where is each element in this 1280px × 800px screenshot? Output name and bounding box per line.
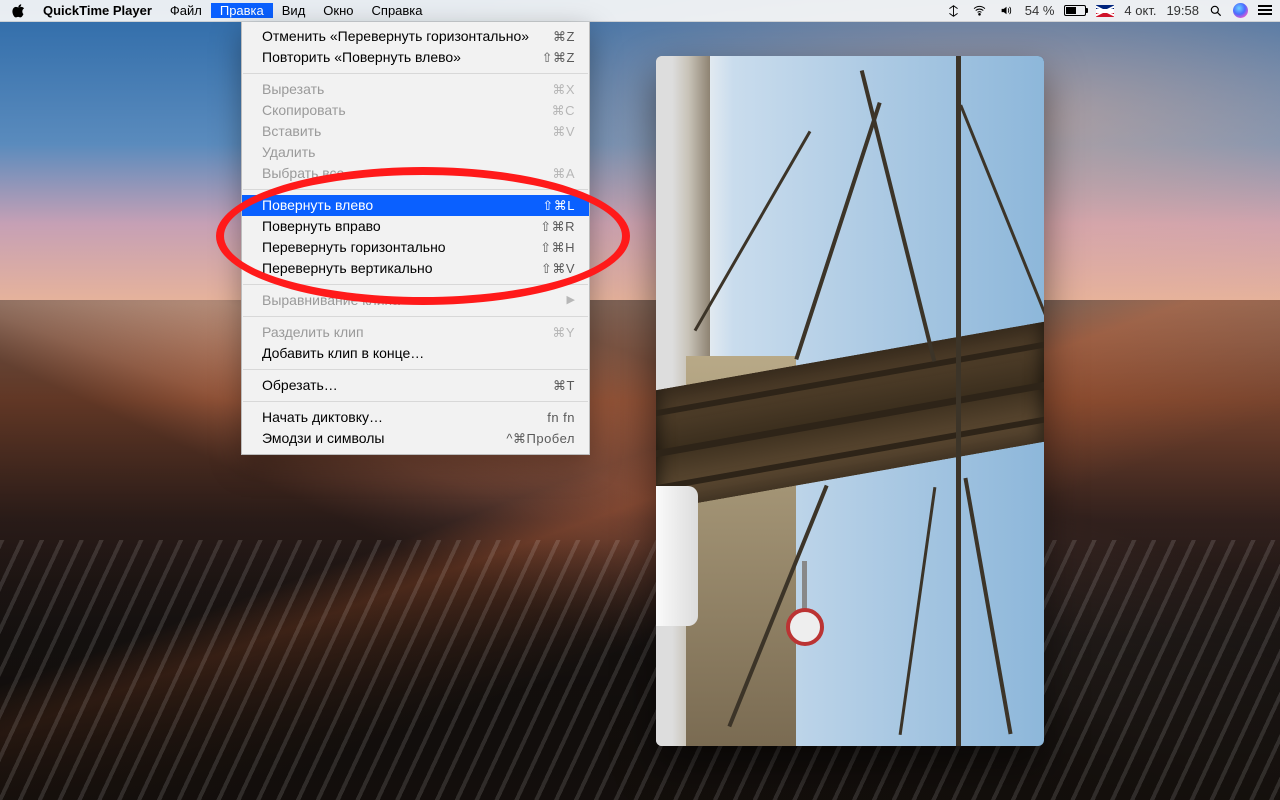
input-source-flag-icon[interactable] (1096, 5, 1114, 17)
menu-item-label: Скопировать (262, 101, 552, 120)
menu-справка[interactable]: Справка (363, 3, 432, 18)
menu-item-label: Разделить клип (262, 323, 552, 342)
menu-separator (243, 369, 588, 370)
menu-item-label: Отменить «Перевернуть горизонтально» (262, 27, 553, 46)
menubar-time[interactable]: 19:58 (1166, 3, 1199, 18)
wifi-icon[interactable] (971, 4, 988, 17)
menu-item-shortcut: ⇧⌘L (542, 196, 575, 215)
menu-item-label: Повторить «Повернуть влево» (262, 48, 542, 67)
menu-separator (243, 401, 588, 402)
menu-item-shortcut: fn fn (547, 408, 575, 427)
menu-item-shortcut: ⌘Y (552, 323, 575, 342)
display-mirroring-icon[interactable] (946, 4, 961, 18)
menu-item-label: Выравнивание клипа (262, 291, 567, 310)
menu-item[interactable]: Отменить «Перевернуть горизонтально»⌘Z (242, 26, 589, 47)
siri-icon[interactable] (1233, 3, 1248, 18)
menu-item: Вырезать⌘X (242, 79, 589, 100)
menu-item-shortcut: ⌘C (552, 101, 575, 120)
menu-item-shortcut: ⌘A (552, 164, 575, 183)
menu-item-label: Обрезать… (262, 376, 553, 395)
menu-item-shortcut: ⌘X (552, 80, 575, 99)
menu-item[interactable]: Начать диктовку…fn fn (242, 407, 589, 428)
menubar: QuickTime Player ФайлПравкаВидОкноСправк… (0, 0, 1280, 22)
menu-правка[interactable]: Правка (211, 3, 273, 18)
menu-item[interactable]: Перевернуть вертикально⇧⌘V (242, 258, 589, 279)
battery-percent: 54 % (1025, 3, 1055, 18)
menu-item: Удалить (242, 142, 589, 163)
menu-item-shortcut: ⇧⌘H (540, 238, 575, 257)
menu-item[interactable]: Повторить «Повернуть влево»⇧⌘Z (242, 47, 589, 68)
menu-item-label: Перевернуть горизонтально (262, 238, 540, 257)
menu-item-label: Удалить (262, 143, 575, 162)
apple-menu-icon[interactable] (12, 4, 34, 18)
video-frame (656, 56, 1044, 746)
menu-item-label: Перевернуть вертикально (262, 259, 541, 278)
menu-item-shortcut: ^⌘Пробел (506, 429, 575, 448)
menu-item: Разделить клип⌘Y (242, 322, 589, 343)
menu-item[interactable]: Эмодзи и символы^⌘Пробел (242, 428, 589, 449)
menu-separator (243, 284, 588, 285)
menu-item[interactable]: Повернуть вправо⇧⌘R (242, 216, 589, 237)
notification-center-icon[interactable] (1258, 5, 1272, 16)
menu-item[interactable]: Добавить клип в конце… (242, 343, 589, 364)
battery-icon[interactable] (1064, 5, 1086, 16)
menu-item: Скопировать⌘C (242, 100, 589, 121)
menu-окно[interactable]: Окно (314, 3, 362, 18)
edit-menu-dropdown: Отменить «Перевернуть горизонтально»⌘ZПо… (241, 22, 590, 455)
menu-item-label: Повернуть влево (262, 196, 542, 215)
menu-item-label: Добавить клип в конце… (262, 344, 575, 363)
menu-item[interactable]: Перевернуть горизонтально⇧⌘H (242, 237, 589, 258)
menu-item-shortcut: ⇧⌘Z (542, 48, 575, 67)
spotlight-icon[interactable] (1209, 4, 1223, 18)
menu-item-shortcut: ⇧⌘V (541, 259, 575, 278)
menu-item: Выравнивание клипа▶ (242, 290, 589, 311)
menu-item-shortcut: ⇧⌘R (540, 217, 575, 236)
menu-item-shortcut: ⌘Z (553, 27, 575, 46)
menu-item: Вставить⌘V (242, 121, 589, 142)
menu-separator (243, 316, 588, 317)
chevron-right-icon: ▶ (567, 291, 575, 310)
menubar-date[interactable]: 4 окт. (1124, 3, 1156, 18)
menu-item-label: Эмодзи и символы (262, 429, 506, 448)
menu-item-label: Начать диктовку… (262, 408, 547, 427)
quicktime-video-window[interactable] (656, 56, 1044, 746)
menu-item: Выбрать все⌘A (242, 163, 589, 184)
desktop-wallpaper (0, 0, 1280, 800)
menu-item-label: Выбрать все (262, 164, 552, 183)
menu-item-shortcut: ⌘T (553, 376, 575, 395)
menu-separator (243, 73, 588, 74)
menu-item-label: Повернуть вправо (262, 217, 540, 236)
menu-файл[interactable]: Файл (161, 3, 211, 18)
menu-вид[interactable]: Вид (273, 3, 315, 18)
menu-item[interactable]: Повернуть влево⇧⌘L (242, 195, 589, 216)
volume-icon[interactable] (998, 4, 1015, 17)
menu-item-label: Вставить (262, 122, 552, 141)
menu-separator (243, 189, 588, 190)
menu-item-shortcut: ⌘V (552, 122, 575, 141)
menu-item-label: Вырезать (262, 80, 552, 99)
menu-item[interactable]: Обрезать…⌘T (242, 375, 589, 396)
app-name[interactable]: QuickTime Player (34, 3, 161, 18)
